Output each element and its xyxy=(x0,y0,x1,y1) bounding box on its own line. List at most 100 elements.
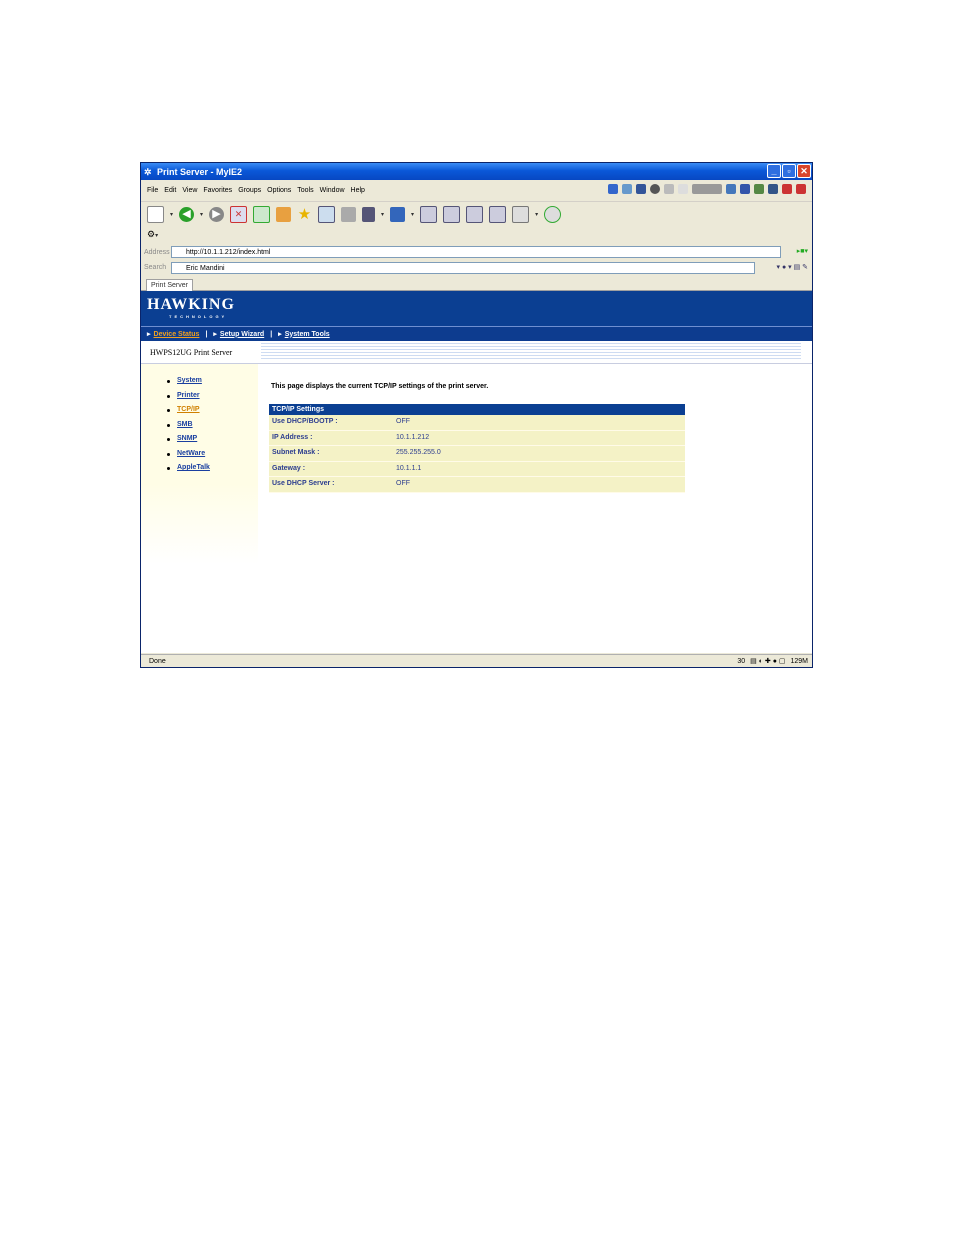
sidebar-item-snmp[interactable]: SNMP xyxy=(167,435,210,450)
setting-value: 10.1.1.1 xyxy=(396,464,422,472)
top-nav: ▸ Device Status | ▸ Setup Wizard | ▸ Sys… xyxy=(141,326,812,341)
page-content: HAWKING TECHNOLOGY ▸ Device Status | ▸ S… xyxy=(141,291,812,653)
menu-help[interactable]: Help xyxy=(351,187,365,194)
back-icon[interactable]: ◀ xyxy=(179,207,195,222)
globe-icon[interactable] xyxy=(608,184,618,194)
pen-icon[interactable] xyxy=(664,184,674,194)
tab-print-server[interactable]: Print Server xyxy=(146,279,193,291)
menu-groups[interactable]: Groups xyxy=(238,187,261,194)
setting-value: 10.1.1.212 xyxy=(396,433,430,441)
setting-label: Use DHCP/BOOTP : xyxy=(272,418,338,425)
lamp-icon[interactable] xyxy=(726,184,736,194)
status-icons: ▤ ◐ ✚ ● ▢ xyxy=(750,658,786,665)
dropdown-arrow-icon[interactable]: ▾ xyxy=(535,211,538,218)
sidebar: System Printer TCP/IP SMB SNMP NetWare A… xyxy=(141,364,258,564)
panel-icon[interactable] xyxy=(466,206,484,223)
dropdown-arrow-icon[interactable]: ▾ xyxy=(411,211,414,218)
status-bar: Done 30 ▤ ◐ ✚ ● ▢ 129M xyxy=(141,654,812,667)
status-text: Done xyxy=(149,658,166,665)
menu-view[interactable]: View xyxy=(182,187,197,194)
search-bar: Search Eric Mandini ▾ ● ▾ ▤ ✎ xyxy=(141,261,812,276)
sidebar-item-appletalk[interactable]: AppleTalk xyxy=(167,464,210,479)
dropdown-arrow-icon[interactable]: ▾ xyxy=(381,211,384,218)
utilities-icon[interactable] xyxy=(692,184,722,194)
history-icon[interactable] xyxy=(318,206,336,223)
dropdown-arrow-icon[interactable]: ▾ xyxy=(155,233,158,239)
stop-icon[interactable]: ✕ xyxy=(230,206,248,223)
sidebar-item-printer[interactable]: Printer xyxy=(167,392,210,407)
nav-separator: | xyxy=(205,330,208,338)
menu-bar: File Edit View Favorites Groups Options … xyxy=(141,181,812,199)
address-input[interactable]: http://10.1.1.212/index.html xyxy=(171,246,781,258)
links-toolbar: ⚙▾ xyxy=(141,229,812,243)
section-header: HWPS12UG Print Server xyxy=(141,341,812,364)
compass-icon[interactable] xyxy=(650,184,660,194)
brand-subtitle: TECHNOLOGY xyxy=(169,314,228,319)
tile-icon[interactable] xyxy=(489,206,507,223)
status-count: 30 xyxy=(737,658,746,665)
nav-arrow-icon: ▸ xyxy=(147,331,151,338)
menu-tools[interactable]: Tools xyxy=(297,187,313,194)
close-button[interactable]: ✕ xyxy=(797,164,811,178)
gear-icon[interactable]: ⚙ xyxy=(147,229,155,239)
app-icon: ✲ xyxy=(144,166,152,177)
favorites-icon[interactable]: ★ xyxy=(297,207,312,222)
menu-options[interactable]: Options xyxy=(267,187,291,194)
search-input[interactable]: Eric Mandini xyxy=(171,262,755,274)
window-title: Print Server - MyIE2 xyxy=(157,166,243,177)
maximize-button[interactable]: ▫ xyxy=(782,164,796,178)
page-description: This page displays the current TCP/IP se… xyxy=(271,383,489,390)
tools-icon[interactable] xyxy=(768,184,778,194)
table-row: Use DHCP Server : OFF xyxy=(269,477,685,493)
go-button-icon[interactable]: ▸■▾ xyxy=(797,247,808,255)
setting-value: 255.255.255.0 xyxy=(396,449,441,456)
dropdown-arrow-icon[interactable]: ▾ xyxy=(200,211,203,218)
setting-value: OFF xyxy=(396,480,410,487)
layout-icon[interactable] xyxy=(420,206,438,223)
nav-setup-wizard[interactable]: Setup Wizard xyxy=(220,331,264,338)
sidebar-item-netware[interactable]: NetWare xyxy=(167,450,210,465)
go-icon[interactable] xyxy=(544,206,562,223)
setting-value: OFF xyxy=(396,418,410,425)
setting-label: Subnet Mask : xyxy=(272,449,320,456)
document-icon[interactable] xyxy=(512,206,530,223)
dropdown-arrow-icon[interactable]: ▾ xyxy=(170,211,173,218)
menu-window[interactable]: Window xyxy=(320,187,345,194)
columns-icon[interactable] xyxy=(443,206,461,223)
setting-label: Use DHCP Server : xyxy=(272,480,335,487)
menu-file[interactable]: File xyxy=(147,187,158,194)
close-all-icon[interactable] xyxy=(796,184,806,194)
forward-icon[interactable]: ▶ xyxy=(209,207,225,222)
minimize-button[interactable]: _ xyxy=(767,164,781,178)
tab-strip: Print Server xyxy=(141,277,812,291)
print-icon[interactable] xyxy=(341,207,357,222)
sidebar-item-system[interactable]: System xyxy=(167,377,210,392)
hawking-logo: HAWKING TECHNOLOGY xyxy=(147,296,235,319)
window-icon[interactable] xyxy=(740,184,750,194)
new-page-icon[interactable] xyxy=(147,206,164,223)
search-label: Search xyxy=(144,264,167,271)
home-icon[interactable] xyxy=(276,207,292,222)
undo-icon[interactable] xyxy=(390,207,406,222)
setting-label: Gateway : xyxy=(272,464,306,472)
page-title: HWPS12UG Print Server xyxy=(150,348,233,357)
setting-label: IP Address : xyxy=(272,433,313,441)
download-icon[interactable] xyxy=(362,207,376,222)
star-icon[interactable] xyxy=(678,184,688,194)
page-icon[interactable] xyxy=(622,184,632,194)
menu-favorites[interactable]: Favorites xyxy=(203,187,232,194)
header-banner: HAWKING TECHNOLOGY xyxy=(141,291,812,326)
nav-system-tools[interactable]: System Tools xyxy=(285,331,330,338)
search-options-icon[interactable]: ▾ ● ▾ ▤ ✎ xyxy=(776,263,808,271)
nav-arrow-icon: ▸ xyxy=(213,331,217,338)
close-tab-icon[interactable] xyxy=(782,184,792,194)
refresh-icon[interactable] xyxy=(253,206,271,223)
sidebar-item-smb[interactable]: SMB xyxy=(167,421,210,436)
filter-icon[interactable] xyxy=(754,184,764,194)
nav-separator: | xyxy=(270,330,273,338)
save-icon[interactable] xyxy=(636,184,646,194)
sidebar-item-tcpip[interactable]: TCP/IP xyxy=(167,406,210,421)
nav-arrow-icon: ▸ xyxy=(278,331,282,338)
menu-edit[interactable]: Edit xyxy=(164,187,176,194)
nav-device-status[interactable]: Device Status xyxy=(154,331,200,338)
